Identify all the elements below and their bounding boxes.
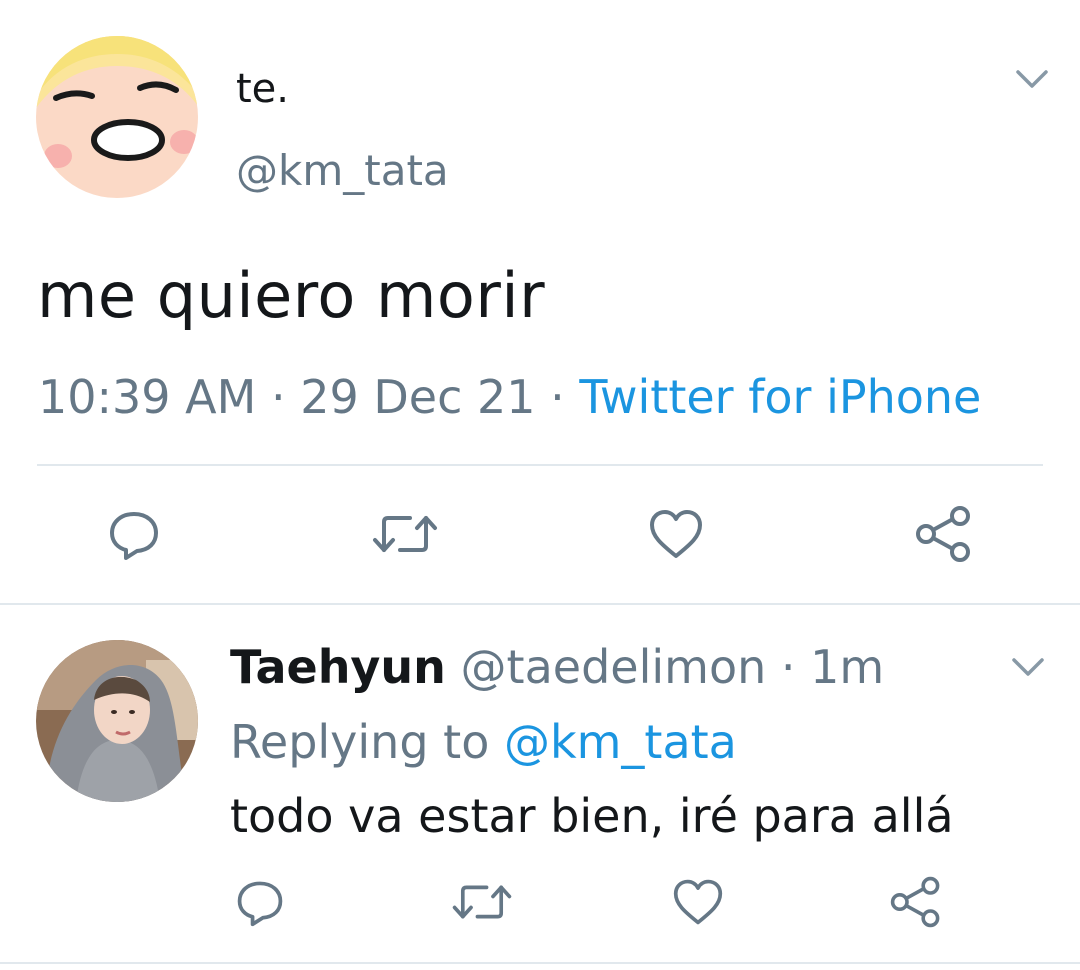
reply-button[interactable]	[104, 504, 164, 564]
meta-separator: ·	[535, 370, 580, 424]
replying-handle-link[interactable]: @km_tata	[504, 715, 737, 769]
divider	[0, 962, 1080, 964]
like-button[interactable]	[646, 504, 706, 564]
reply-icon	[237, 881, 283, 927]
chevron-down-icon[interactable]	[1008, 652, 1048, 682]
display-name[interactable]: Taehyun	[230, 640, 446, 694]
reply-button[interactable]	[232, 874, 288, 930]
heart-icon	[673, 879, 723, 925]
replying-to: Replying to @km_tata	[230, 712, 737, 772]
meta-separator: ·	[256, 370, 301, 424]
retweet-icon	[452, 885, 512, 919]
like-button[interactable]	[670, 874, 726, 930]
share-button[interactable]	[914, 504, 974, 564]
avatar[interactable]	[36, 36, 198, 198]
tweet-meta: 10:39 AM · 29 Dec 21 · Twitter for iPhon…	[38, 368, 981, 426]
reply-header: Taehyun @taedelimon · 1m	[230, 638, 884, 696]
replying-prefix: Replying to	[230, 715, 504, 769]
tweet-time: 10:39 AM	[38, 370, 257, 424]
tweet-source-link[interactable]: Twitter for iPhone	[579, 370, 981, 424]
heart-icon	[650, 510, 702, 558]
tweet-text: me quiero morir	[37, 259, 546, 332]
chevron-down-icon[interactable]	[1012, 64, 1052, 94]
divider	[37, 464, 1043, 466]
share-icon	[890, 876, 940, 928]
tweet-date: 29 Dec 21	[300, 370, 536, 424]
retweet-button[interactable]	[370, 504, 440, 564]
reply-text: todo va estar bien, iré para allá	[230, 789, 954, 843]
share-icon	[916, 506, 970, 562]
display-name[interactable]: te.	[236, 62, 289, 116]
meta-separator: ·	[766, 640, 811, 694]
retweet-icon	[373, 516, 437, 552]
reply-age: 1m	[810, 640, 885, 694]
reply-icon	[110, 512, 158, 560]
handle[interactable]: @km_tata	[236, 144, 449, 198]
avatar[interactable]	[36, 640, 198, 802]
retweet-button[interactable]	[448, 874, 516, 930]
divider	[0, 603, 1080, 605]
handle[interactable]: @taedelimon	[461, 640, 767, 694]
share-button[interactable]	[888, 874, 944, 930]
